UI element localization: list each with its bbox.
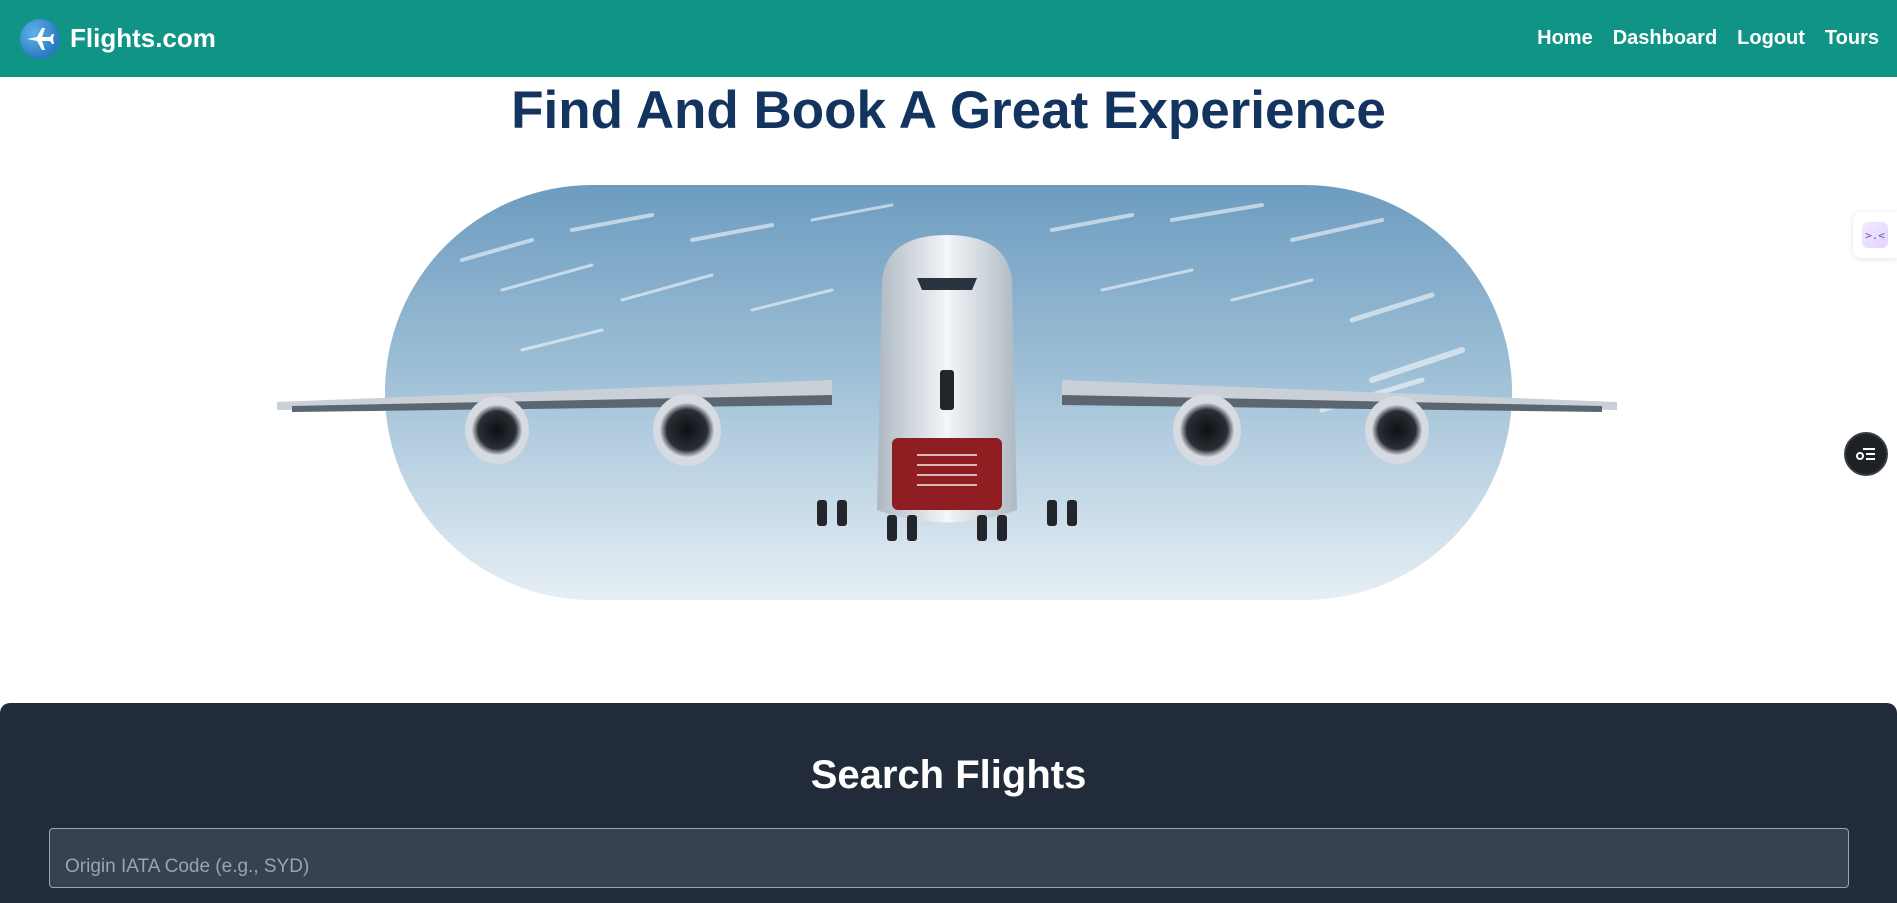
origin-iata-input[interactable] [49, 828, 1849, 888]
extension-handle-glyph: >.< [1862, 222, 1888, 248]
airplane-logo-icon [20, 18, 60, 59]
brand-name: Flights.com [70, 23, 216, 53]
nav-links: Home Dashboard Logout Tours [1537, 27, 1879, 50]
brand-link[interactable]: Flights.com [20, 18, 216, 59]
hero-title: Find And Book A Great Experience [511, 81, 1386, 140]
extension-handle-icon[interactable]: >.< [1853, 212, 1897, 258]
nav-tours-link[interactable]: Tours [1825, 27, 1879, 50]
airplane-in-sky-image [272, 180, 1622, 605]
nav-home-link[interactable]: Home [1537, 27, 1593, 50]
nav-dashboard-link[interactable]: Dashboard [1613, 27, 1717, 50]
search-flights-title: Search Flights [810, 753, 1087, 797]
search-flights-panel: Search Flights [0, 703, 1897, 903]
nav-logout-link[interactable]: Logout [1737, 27, 1805, 50]
top-navbar: Flights.com Home Dashboard Logout Tours [0, 0, 1897, 77]
list-toggle-icon[interactable] [1844, 432, 1888, 476]
